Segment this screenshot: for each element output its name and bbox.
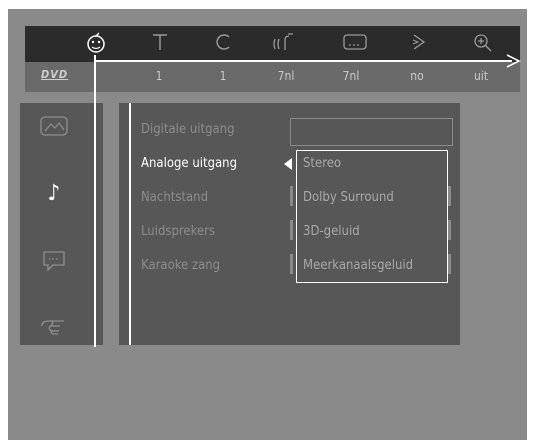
option-3d-sound[interactable]: 3D-geluid bbox=[303, 224, 360, 239]
value-box-edge bbox=[290, 254, 293, 274]
subtitle-icon[interactable] bbox=[340, 32, 370, 57]
value-box-edge bbox=[290, 220, 293, 240]
status-value-audio: 7nl bbox=[277, 69, 295, 83]
status-value-zoom: uit bbox=[473, 69, 489, 83]
option-multichannel[interactable]: Meerkanaalsgeluid bbox=[303, 258, 413, 273]
menu-item-karaoke[interactable]: Karaoke zang bbox=[141, 258, 220, 273]
angle-icon[interactable] bbox=[404, 32, 434, 57]
menu-item-digital-output[interactable]: Digitale uitgang bbox=[141, 122, 235, 137]
menu-item-speakers[interactable]: Luidsprekers bbox=[141, 224, 215, 239]
zoom-icon[interactable] bbox=[468, 32, 498, 59]
submenu-pointer-icon bbox=[284, 158, 292, 170]
status-value-chapter: 1 bbox=[219, 69, 227, 83]
picture-icon[interactable] bbox=[36, 115, 72, 142]
status-value-subtitle: 7nl bbox=[342, 69, 360, 83]
text-icon[interactable] bbox=[145, 32, 175, 57]
value-box-edge bbox=[448, 220, 451, 240]
value-box-edge bbox=[448, 254, 451, 274]
horizontal-cursor-line bbox=[94, 60, 512, 62]
menu-divider-line bbox=[129, 103, 131, 345]
option-dolby-surround[interactable]: Dolby Surround bbox=[303, 190, 394, 205]
value-box-edge bbox=[448, 186, 451, 206]
status-value-title: 1 bbox=[155, 69, 163, 83]
repeat-icon[interactable] bbox=[209, 32, 239, 57]
dvd-logo: DVD bbox=[41, 68, 69, 81]
menu-item-night-mode[interactable]: Nachtstand bbox=[141, 190, 208, 205]
vertical-cursor-line bbox=[94, 55, 96, 347]
menu-item-analog-output[interactable]: Analoge uitgang bbox=[141, 156, 237, 171]
option-stereo[interactable]: Stereo bbox=[303, 156, 341, 171]
analog-output-submenu: Stereo Dolby Surround 3D-geluid Meerkana… bbox=[296, 150, 448, 283]
digital-output-value-box bbox=[290, 118, 453, 146]
hand-icon[interactable] bbox=[36, 316, 72, 341]
audio-waves-icon[interactable] bbox=[270, 32, 300, 57]
disc-face-icon[interactable] bbox=[81, 32, 111, 59]
status-value-angle: no bbox=[410, 69, 424, 83]
speech-bubble-icon[interactable] bbox=[36, 249, 72, 278]
value-box-edge bbox=[290, 186, 293, 206]
music-note-icon[interactable]: ♪ bbox=[36, 181, 72, 206]
